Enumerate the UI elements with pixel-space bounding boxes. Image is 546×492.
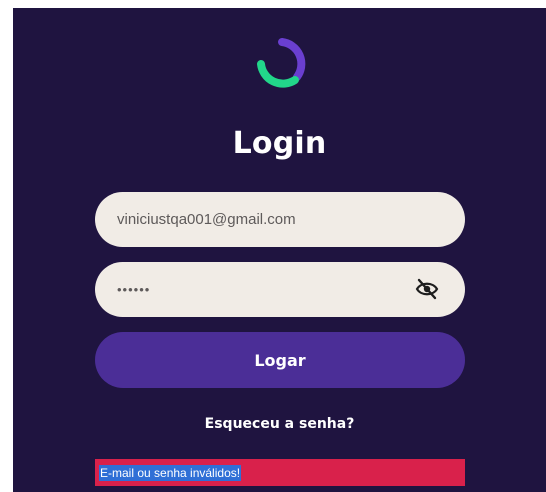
eye-slash-icon[interactable] bbox=[415, 278, 439, 300]
login-button[interactable]: Logar bbox=[95, 332, 465, 388]
error-banner: E-mail ou senha inválidos! bbox=[95, 459, 465, 486]
email-input[interactable] bbox=[95, 192, 465, 247]
error-message: E-mail ou senha inválidos! bbox=[99, 464, 242, 481]
forgot-password-link[interactable]: Esqueceu a senha? bbox=[13, 416, 546, 432]
logo-icon bbox=[257, 38, 306, 88]
login-panel: Login Logar Esqueceu a senha? E-mail ou … bbox=[13, 8, 546, 492]
email-field-container bbox=[95, 192, 465, 247]
page-title: Login bbox=[232, 126, 327, 161]
password-input[interactable] bbox=[95, 262, 465, 317]
password-field-container bbox=[95, 262, 465, 317]
